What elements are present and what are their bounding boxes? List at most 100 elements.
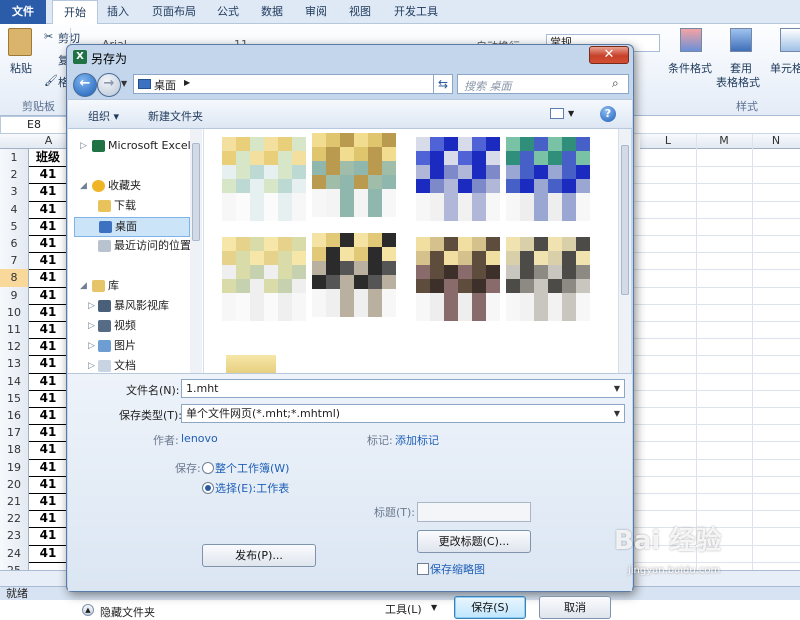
- row-header[interactable]: 3: [0, 183, 29, 202]
- cell-a[interactable]: 41: [29, 166, 68, 185]
- row-header[interactable]: 1: [0, 149, 29, 168]
- cell-a[interactable]: 41: [29, 510, 68, 529]
- filename-input[interactable]: 1.mht ▼: [181, 379, 625, 398]
- dialog-titlebar[interactable]: X 另存为 ✕: [67, 45, 633, 69]
- row-header[interactable]: 20: [0, 475, 29, 494]
- cell-a[interactable]: 41: [29, 252, 68, 271]
- nav-item-video-library[interactable]: ▷ 暴风影视库: [68, 297, 196, 315]
- author-value[interactable]: lenovo: [181, 432, 218, 445]
- paste-button[interactable]: 粘贴: [10, 60, 32, 76]
- tab-formulas[interactable]: 公式: [208, 0, 248, 24]
- entire-workbook-label[interactable]: 整个工作簿(W): [215, 460, 289, 476]
- cell-a[interactable]: 41: [29, 183, 68, 202]
- conditional-format-button[interactable]: 条件格式: [668, 60, 712, 76]
- cell-a[interactable]: 41: [29, 321, 68, 340]
- file-list[interactable]: [204, 129, 631, 373]
- forward-arrow-icon[interactable]: →: [97, 73, 121, 97]
- cell-a[interactable]: 41: [29, 458, 68, 477]
- refresh-icon[interactable]: ⇆: [433, 74, 453, 94]
- scroll-thumb[interactable]: [621, 145, 629, 295]
- new-folder-button[interactable]: 新建文件夹: [148, 108, 203, 124]
- column-header-l[interactable]: L: [640, 134, 697, 149]
- file-thumbnail[interactable]: [416, 233, 500, 325]
- row-header[interactable]: 14: [0, 372, 29, 391]
- tab-developer[interactable]: 开发工具: [384, 0, 448, 24]
- tab-home[interactable]: 开始: [52, 0, 98, 26]
- save-thumbnail-label[interactable]: 保存缩略图: [430, 561, 485, 577]
- paste-icon[interactable]: [8, 28, 32, 56]
- save-type-select[interactable]: 单个文件网页(*.mht;*.mhtml) ▼: [181, 404, 625, 423]
- hide-folders-chevron-icon[interactable]: ▲: [82, 604, 94, 616]
- row-header[interactable]: 16: [0, 407, 29, 426]
- column-header-a[interactable]: A: [29, 134, 69, 149]
- search-input[interactable]: 搜索 桌面 ⌕: [457, 74, 629, 94]
- row-header[interactable]: 2: [0, 166, 29, 185]
- cell-a[interactable]: 41: [29, 303, 68, 322]
- cell-a[interactable]: 41: [29, 389, 68, 408]
- search-icon[interactable]: ⌕: [612, 76, 619, 91]
- row-header[interactable]: 17: [0, 424, 29, 443]
- cell-a[interactable]: 41: [29, 338, 68, 357]
- expand-arrow-icon[interactable]: ▷: [80, 137, 87, 155]
- radio-entire-workbook[interactable]: [202, 462, 214, 474]
- row-header[interactable]: 19: [0, 458, 29, 477]
- row-header[interactable]: 12: [0, 338, 29, 357]
- file-thumbnail[interactable]: [312, 233, 396, 325]
- nav-scrollbar[interactable]: [190, 129, 202, 373]
- tools-dropdown-icon[interactable]: ▼: [431, 603, 437, 612]
- row-header[interactable]: 7: [0, 252, 29, 271]
- file-thumbnail[interactable]: [506, 233, 590, 325]
- cell-styles-icon[interactable]: [780, 28, 800, 52]
- cancel-button[interactable]: 取消: [539, 596, 611, 619]
- nav-item-pictures[interactable]: ▷ 图片: [68, 337, 196, 355]
- file-thumbnail[interactable]: [416, 133, 500, 225]
- cell-a[interactable]: 41: [29, 424, 68, 443]
- address-path[interactable]: 桌面: [154, 77, 176, 93]
- close-button[interactable]: ✕: [589, 46, 629, 64]
- file-thumbnail[interactable]: [506, 133, 590, 225]
- cell-styles-button[interactable]: 单元格: [770, 60, 800, 76]
- cell-a[interactable]: 41: [29, 475, 68, 494]
- row-header[interactable]: 22: [0, 510, 29, 529]
- row-header[interactable]: 23: [0, 527, 29, 546]
- cell-a[interactable]: 班级: [29, 149, 68, 168]
- address-box[interactable]: 桌面 ▶ ▼: [133, 74, 453, 94]
- dropdown-arrow-icon[interactable]: ▼: [614, 380, 620, 397]
- view-options-icon[interactable]: [550, 108, 564, 119]
- column-header-n[interactable]: N: [752, 134, 800, 149]
- row-header[interactable]: 13: [0, 355, 29, 374]
- change-title-button[interactable]: 更改标题(C)...: [417, 530, 531, 553]
- save-thumbnail-checkbox[interactable]: [417, 563, 429, 575]
- publish-button[interactable]: 发布(P)...: [202, 544, 316, 567]
- row-header[interactable]: 18: [0, 441, 29, 460]
- table-format-icon[interactable]: [730, 28, 752, 52]
- row-header[interactable]: 5: [0, 217, 29, 236]
- tools-button[interactable]: 工具(L): [385, 601, 422, 617]
- column-header-m[interactable]: M: [696, 134, 753, 149]
- scroll-thumb[interactable]: [192, 143, 200, 241]
- cell-a[interactable]: 41: [29, 407, 68, 426]
- add-tags-link[interactable]: 添加标记: [395, 432, 439, 448]
- conditional-format-icon[interactable]: [680, 28, 702, 52]
- tab-view[interactable]: 视图: [340, 0, 380, 24]
- expand-arrow-icon[interactable]: ▷: [88, 297, 95, 315]
- nav-item-excel[interactable]: ▷ Microsoft Excel: [68, 137, 196, 155]
- collapse-arrow-icon[interactable]: ◢: [80, 277, 87, 295]
- expand-arrow-icon[interactable]: ▷: [88, 317, 95, 335]
- file-thumbnail[interactable]: [312, 133, 396, 225]
- cell-a[interactable]: 41: [29, 493, 68, 512]
- nav-item-videos[interactable]: ▷ 视频: [68, 317, 196, 335]
- row-header[interactable]: 9: [0, 286, 29, 305]
- dropdown-arrow-icon[interactable]: ▼: [614, 405, 620, 422]
- row-header[interactable]: 4: [0, 200, 29, 219]
- radio-selection[interactable]: [202, 482, 214, 494]
- back-arrow-icon[interactable]: ←: [73, 73, 97, 97]
- tab-page-layout[interactable]: 页面布局: [142, 0, 206, 24]
- cell-a[interactable]: 41: [29, 355, 68, 374]
- name-box[interactable]: E8: [0, 116, 68, 134]
- row-header[interactable]: 11: [0, 321, 29, 340]
- file-thumbnail[interactable]: [222, 233, 306, 325]
- save-button[interactable]: 保存(S): [454, 596, 526, 619]
- tab-insert[interactable]: 插入: [98, 0, 138, 24]
- cell-a[interactable]: 41: [29, 286, 68, 305]
